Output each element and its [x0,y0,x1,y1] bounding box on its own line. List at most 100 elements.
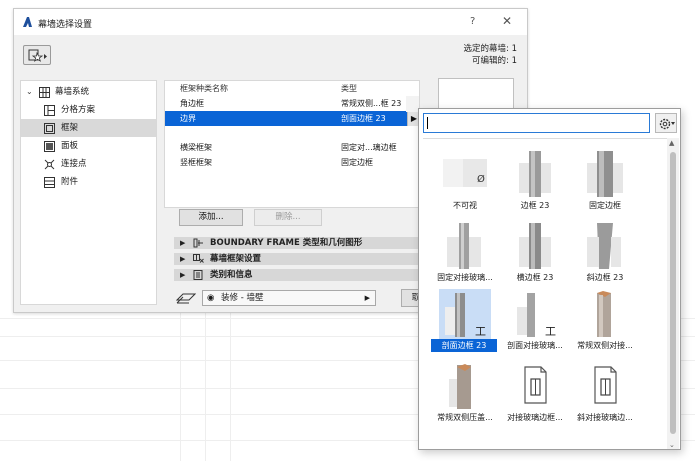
layer-select[interactable]: ◉ 装修 - 墙壁 ▶ [202,290,376,306]
gallery-scrollbar[interactable]: ▲ ⌄ [667,138,679,449]
gallery-item[interactable]: 边框 23 [501,149,569,219]
table-row[interactable]: 边界 剖面边框 23 [165,111,407,126]
gallery-item-label: 剖面边框 23 [431,339,497,352]
table-row[interactable]: 角边框 常规双侧...框 23 [165,96,407,111]
close-button[interactable]: ✕ [502,14,512,28]
frame-class-name: 角边框 [180,99,204,108]
frame-class-name: 横梁框架 [180,143,212,152]
scroll-down-icon[interactable]: ⌄ [669,441,675,449]
tree-item-curtain-wall-system[interactable]: ⌄ 幕墙系统 [21,83,156,101]
gallery-item-label: 边框 23 [520,201,550,210]
section-curtain-wall-frame-settings[interactable]: ▶ 幕墙框架设置 [174,253,420,265]
title-bar: 幕墙选择设置 ? ✕ [14,9,527,35]
scroll-up-icon[interactable]: ▲ [669,139,674,147]
layer-value: 装修 - 墙壁 [221,293,264,303]
gdl-object-icon [594,366,617,404]
slanted-frame-thumbnail [587,223,621,269]
grid-scheme-icon [44,105,55,116]
gallery-item-label: 固定边框 [589,201,621,210]
gallery-item-label: 剖面对接玻璃... [507,341,563,350]
section-boundary-frame-type-geometry[interactable]: ▶ BOUNDARY FRAME 类型和几何图形 [174,237,420,249]
gdl-object-icon [524,366,547,404]
gallery-item[interactable]: 横边框 23 [501,221,569,291]
tree-item-panels[interactable]: 面板 [21,137,156,155]
svg-text:工: 工 [475,325,486,338]
background-rule [205,300,206,461]
chevron-down-icon[interactable]: ⌄ [26,83,33,101]
gallery-item-label: 斜边框 23 [586,273,624,282]
svg-text:Ø: Ø [477,173,485,185]
frame-type: 剖面边框 23 [341,114,386,123]
frame-class-name: 边界 [180,114,196,123]
eye-icon: ◉ [207,293,215,303]
search-input[interactable] [423,113,650,133]
curtain-wall-system-icon [39,87,50,98]
delete-button[interactable]: 删除... [254,209,322,226]
junction-icon [44,159,55,170]
gallery-item[interactable]: Ø 不可视 [431,149,499,219]
fixed-frame-thumbnail [587,151,623,197]
expand-triangle-icon[interactable]: ▶ [180,269,185,281]
tree-item-frames[interactable]: 框架 [21,119,156,137]
section-label: BOUNDARY FRAME 类型和几何图形 [210,238,363,248]
selection-info: 选定的幕墙: 1 可编辑的: 1 [464,43,517,67]
tree-item-label: 幕墙系统 [55,87,90,97]
invisible-frame-thumbnail: Ø [443,159,487,187]
section-label: 幕墙框架设置 [210,254,262,264]
frame-settings-icon [193,254,204,263]
tree-item-grid-scheme[interactable]: 分格方案 [21,101,156,119]
column-header-type[interactable]: 类型 [341,81,357,96]
generic-double-cap-thumbnail [449,364,471,409]
gallery-item[interactable]: 斜边框 23 [571,221,639,291]
frame-type: 固定边框 [341,158,373,167]
frame-class-name: 竖框框架 [180,158,212,167]
frame-type: 固定对...璃边框 [341,143,397,152]
editable-count: 可编辑的: 1 [472,56,517,66]
gallery-item[interactable]: 工 剖面边框 23 [431,289,499,359]
accessory-icon [44,177,55,188]
scrollbar-thumb[interactable] [670,152,676,434]
tree-item-label: 面板 [61,141,79,151]
settings-button[interactable] [655,113,677,133]
gallery-item-label: 常规双侧对接... [577,341,633,350]
frame-class-list: 框架种类名称 类型 角边框 常规双侧...框 23 边界 剖面边框 23 ▶ 横… [164,80,420,208]
gallery-item[interactable]: 工 剖面对接玻璃... [501,289,569,359]
panel-icon [44,141,55,152]
layers-icon [176,293,196,304]
divider [423,138,667,139]
horizontal-frame-thumbnail [519,223,551,269]
expand-triangle-icon[interactable]: ▶ [180,253,185,265]
add-button[interactable]: 添加... [179,209,243,226]
gallery-item[interactable]: 固定边框 [571,149,639,219]
info-list-icon [193,270,203,280]
gallery-item-label: 常规双侧压盖... [437,413,493,422]
favorites-button[interactable] [23,45,51,65]
tree-item-label: 连接点 [61,159,87,169]
settings-tree: ⌄ 幕墙系统 分格方案 框架 面板 连接点 附件 [20,80,157,305]
gallery-item-label: 对接玻璃边框... [507,413,563,422]
gallery-item-label: 不可视 [453,201,477,210]
column-header-name[interactable]: 框架种类名称 [180,81,228,96]
gallery-item[interactable]: 固定对接玻璃... [431,221,499,291]
gallery-item[interactable]: 常规双侧对接... [571,289,639,359]
section-label: 类别和信息 [210,270,253,280]
help-button[interactable]: ? [470,16,475,27]
tree-item-label: 框架 [61,123,79,133]
background-rule [230,300,231,461]
gallery-item[interactable]: 对接玻璃边框... [501,361,569,431]
tree-item-label: 附件 [61,177,79,187]
frame-type: 常规双侧...框 23 [341,99,402,108]
archicad-app-icon [23,17,32,27]
gallery-item[interactable]: 斜对接玻璃边... [571,361,639,431]
tree-item-accessories[interactable]: 附件 [21,173,156,191]
chevron-right-icon: ▶ [364,294,370,302]
section-classification-info[interactable]: ▶ 类别和信息 [174,269,420,281]
gallery-item[interactable]: 常规双侧压盖... [431,361,499,431]
boundary-frame-thumbnail [519,151,551,197]
expand-triangle-icon[interactable]: ▶ [180,237,185,249]
table-row[interactable]: 竖框框架 固定边框 [165,155,407,170]
favorites-icon [28,49,47,62]
table-row[interactable]: 横梁框架 固定对...璃边框 [165,140,407,155]
tree-item-junctions[interactable]: 连接点 [21,155,156,173]
gallery-item-label: 固定对接玻璃... [437,273,493,282]
